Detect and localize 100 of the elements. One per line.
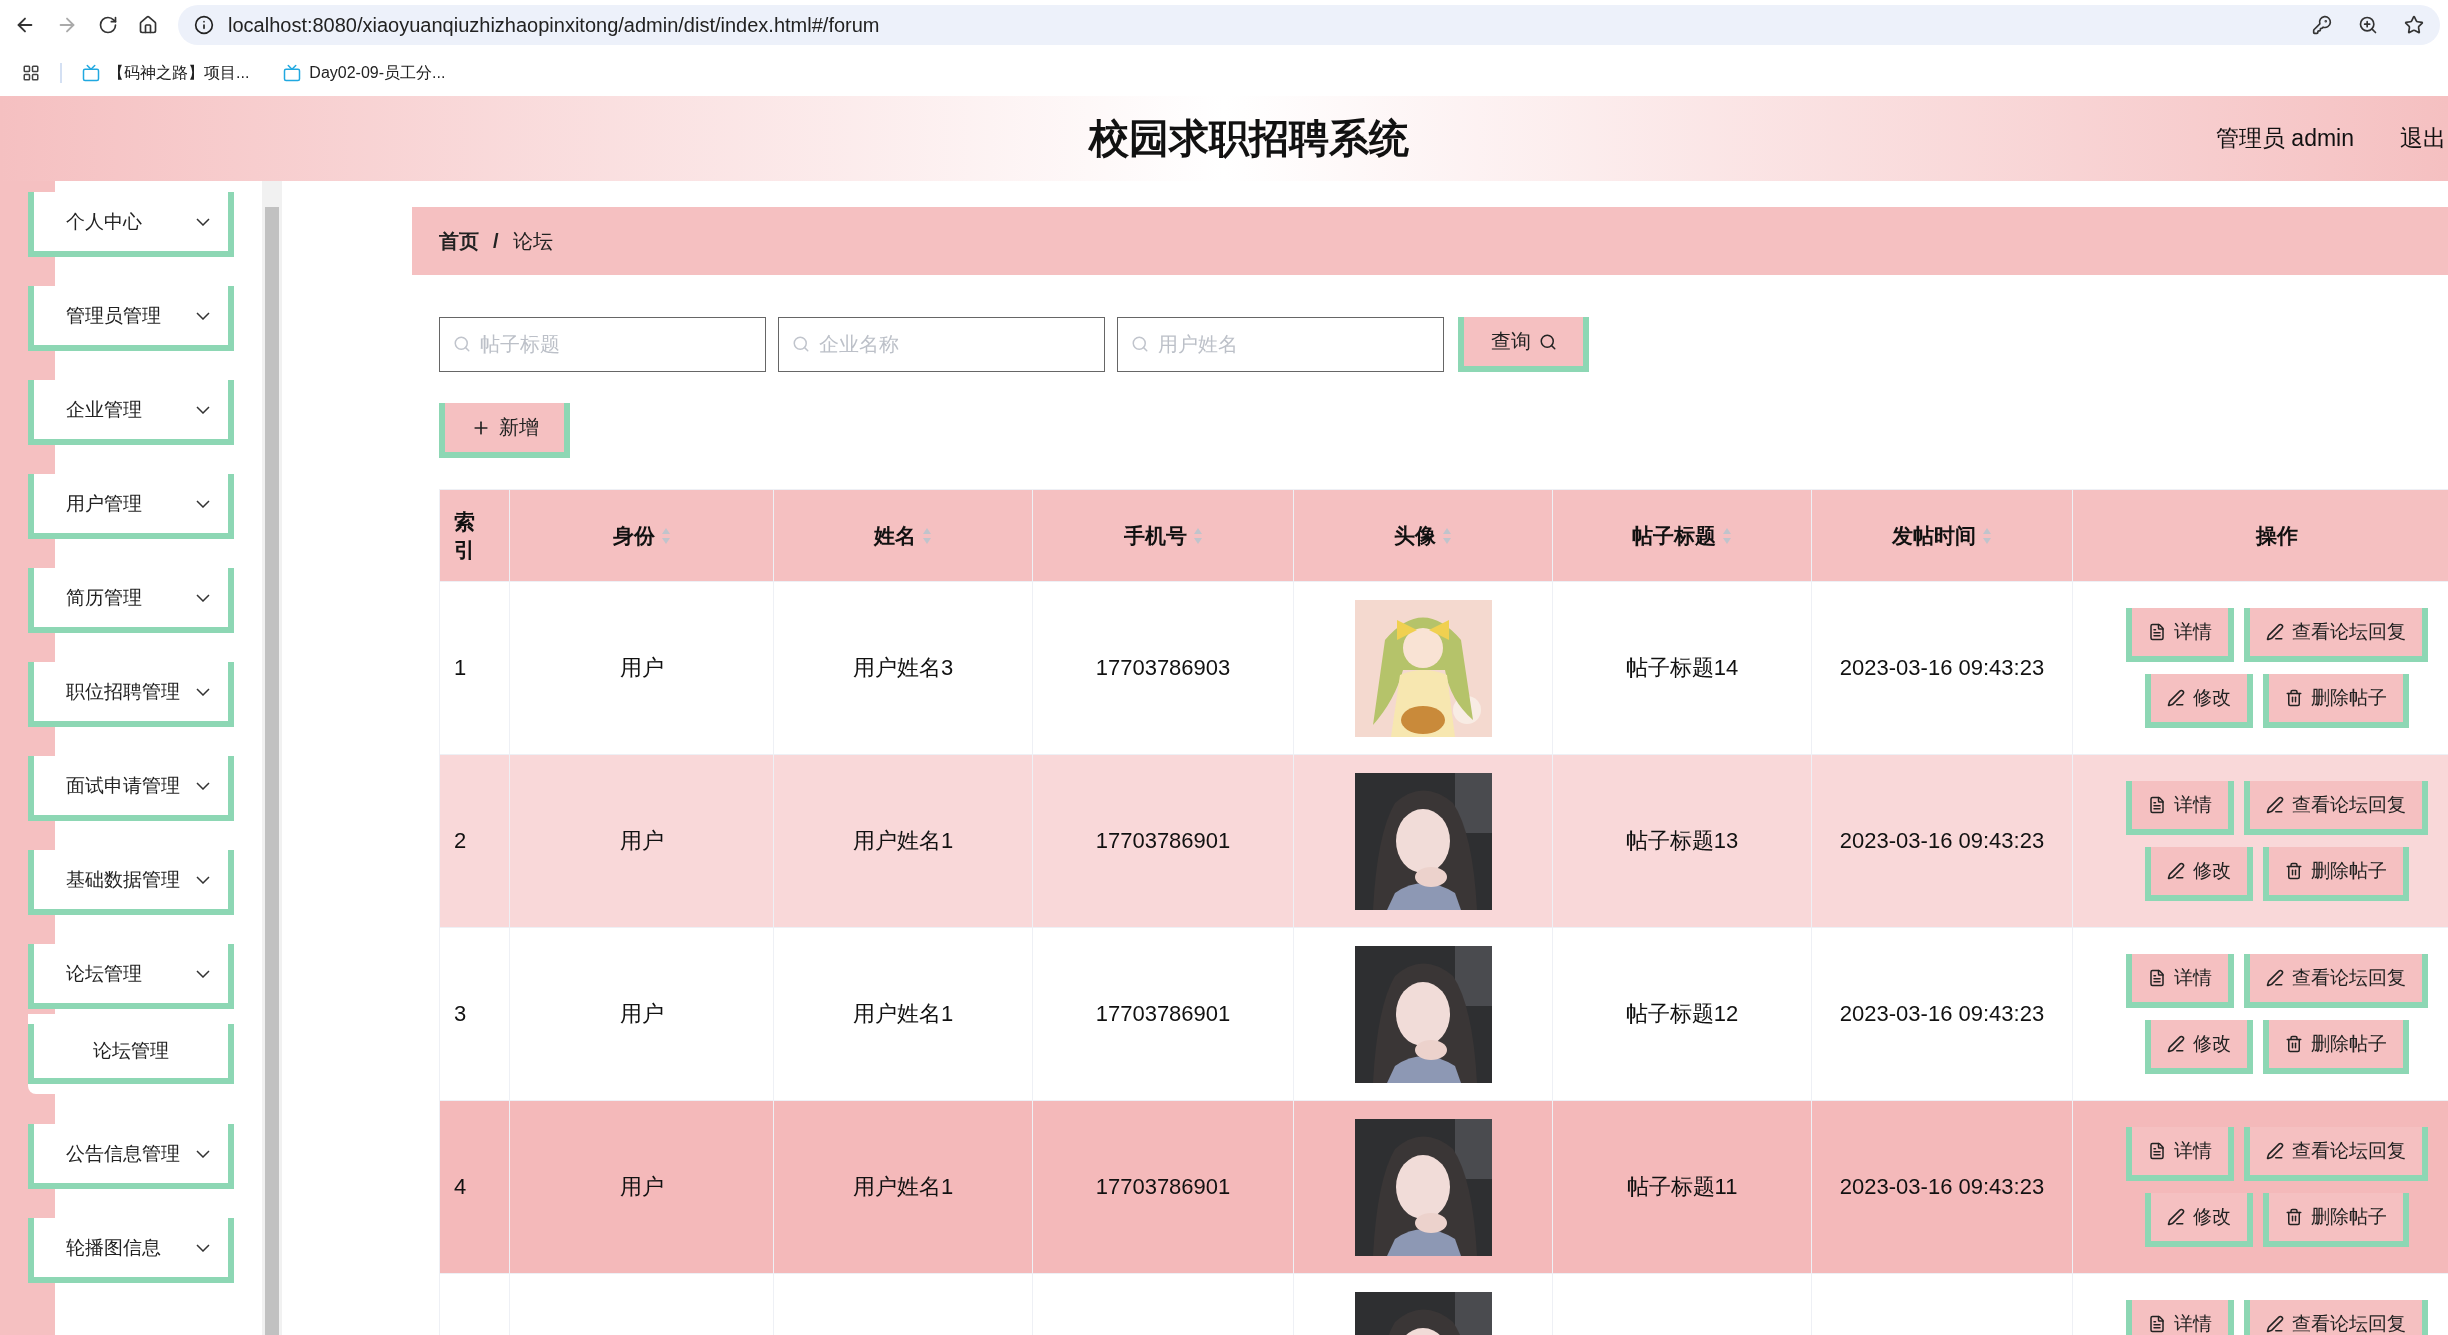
menu-item[interactable]: 论坛管理 [28,944,234,1009]
replies-button[interactable]: 查看论坛回复 [2243,954,2428,1008]
table-cell: 2 [454,828,467,853]
menu-item[interactable]: 公告信息管理 [28,1124,234,1189]
chevron-icon [196,593,210,602]
menu-item[interactable]: 轮播图信息 [28,1218,234,1283]
search-icon [1538,332,1557,351]
menu-item[interactable]: 管理员管理 [28,286,234,351]
document-icon [2147,623,2166,641]
document-icon [2147,796,2166,814]
table-cell: 帖子标题14 [1625,655,1739,680]
table-cell: 1 [454,655,467,680]
trash-icon [2284,1035,2303,1053]
info-icon[interactable] [194,15,214,35]
search-field[interactable]: 用户姓名 [1117,317,1444,372]
column-label: 帖子标题 [1632,522,1716,549]
table-cell: 用户 [619,828,664,853]
address-bar[interactable]: localhost:8080/xiaoyuanqiuzhizhaopinxitong/admin/dist/index.html#/forum [178,5,2440,45]
table-cell: 用户 [619,1174,664,1199]
search-field[interactable]: 帖子标题 [439,317,766,372]
bookmark[interactable]: 【码神之路】项目... [82,62,250,84]
app-title: 校园求职招聘系统 [1089,115,1409,162]
trash-icon [2284,1208,2303,1226]
column-header[interactable]: 姓名 [773,489,1033,582]
detail-button[interactable]: 详情 [2125,1127,2234,1181]
query-button[interactable]: 查询 [1458,317,1589,372]
column-header[interactable]: 头像 [1293,489,1553,582]
menu-item[interactable]: 简历管理 [28,568,234,633]
search-field[interactable]: 企业名称 [778,317,1105,372]
column-label: 索引 [454,508,476,563]
detail-button[interactable]: 详情 [2125,781,2234,835]
table-cell: 17703786901 [1095,828,1231,853]
replies-button[interactable]: 查看论坛回复 [2243,608,2428,662]
chevron-icon [196,875,210,884]
table-cell: 用户姓名1 [852,828,954,853]
column-label: 手机号 [1123,522,1187,549]
zoom-icon[interactable] [2358,15,2378,35]
menu-item[interactable]: 基础数据管理 [28,850,234,915]
chevron-icon [196,781,210,790]
chevron-icon [196,1243,210,1252]
replies-button[interactable]: 查看论坛回复 [2243,1127,2428,1181]
breadcrumb-link[interactable]: 首页 [439,227,479,255]
column-label: 发帖时间 [1892,522,1976,549]
table-cell: 用户 [619,1001,664,1026]
column-header[interactable]: 手机号 [1032,489,1294,582]
pencil-icon [2265,1142,2284,1160]
table-cell: 帖子标题12 [1625,1001,1739,1026]
table-cell: 帖子标题13 [1625,828,1739,853]
menu-item[interactable]: 企业管理 [28,380,234,445]
table-cell: 用户 [619,655,664,680]
delete-button[interactable]: 删除帖子 [2262,1020,2409,1074]
apps-icon[interactable] [22,64,40,82]
table-cell: 2023-03-16 09:43:23 [1839,1174,2045,1199]
detail-button[interactable]: 详情 [2125,608,2234,662]
menu-item[interactable]: 职位招聘管理 [28,662,234,727]
pencil-icon [2166,862,2185,880]
tv-icon [283,64,302,82]
column-header[interactable]: 帖子标题 [1552,489,1812,582]
menu-item[interactable]: 用户管理 [28,474,234,539]
edit-button[interactable]: 修改 [2144,1193,2253,1247]
trash-icon [2284,689,2303,707]
pencil-icon [2166,689,2185,707]
column-label: 姓名 [874,522,916,549]
table-cell: 4 [454,1174,467,1199]
table-cell: 17703786903 [1095,655,1231,680]
edit-button[interactable]: 修改 [2144,674,2253,728]
key-icon[interactable] [2312,15,2332,35]
edit-button[interactable]: 修改 [2144,847,2253,901]
table-cell: 17703786901 [1095,1174,1231,1199]
detail-button[interactable]: 详情 [2125,954,2234,1008]
menu-item[interactable]: 面试申请管理 [28,756,234,821]
replies-button[interactable]: 查看论坛回复 [2243,1300,2428,1335]
column-label: 操作 [2255,522,2298,549]
detail-button[interactable]: 详情 [2125,1300,2234,1335]
scrollbar[interactable] [262,181,282,1335]
chevron-icon [196,217,210,226]
reload-icon[interactable] [98,15,118,35]
column-header[interactable]: 身份 [509,489,774,582]
menu-item[interactable]: 个人中心 [28,192,234,257]
column-header[interactable]: 发帖时间 [1811,489,2073,582]
table-cell: 用户姓名1 [852,1174,954,1199]
logout-link[interactable]: 退出 [2400,123,2446,154]
delete-button[interactable]: 删除帖子 [2262,674,2409,728]
bookmark[interactable]: Day02-09-员工分... [283,62,446,84]
document-icon [2147,1315,2166,1333]
pencil-icon [2265,623,2284,641]
home-icon[interactable] [138,15,158,35]
table-cell: 用户姓名1 [852,1001,954,1026]
delete-button[interactable]: 删除帖子 [2262,1193,2409,1247]
star-icon[interactable] [2404,15,2424,35]
table-cell: 17703786901 [1095,1001,1231,1026]
pencil-icon [2265,1315,2284,1333]
replies-button[interactable]: 查看论坛回复 [2243,781,2428,835]
add-button[interactable]: 新增 [439,403,570,458]
trash-icon [2284,862,2303,880]
table-cell: 用户姓名3 [852,655,954,680]
edit-button[interactable]: 修改 [2144,1020,2253,1074]
column-label: 身份 [612,522,655,549]
delete-button[interactable]: 删除帖子 [2262,847,2409,901]
submenu-item[interactable]: 论坛管理 [28,1024,234,1084]
